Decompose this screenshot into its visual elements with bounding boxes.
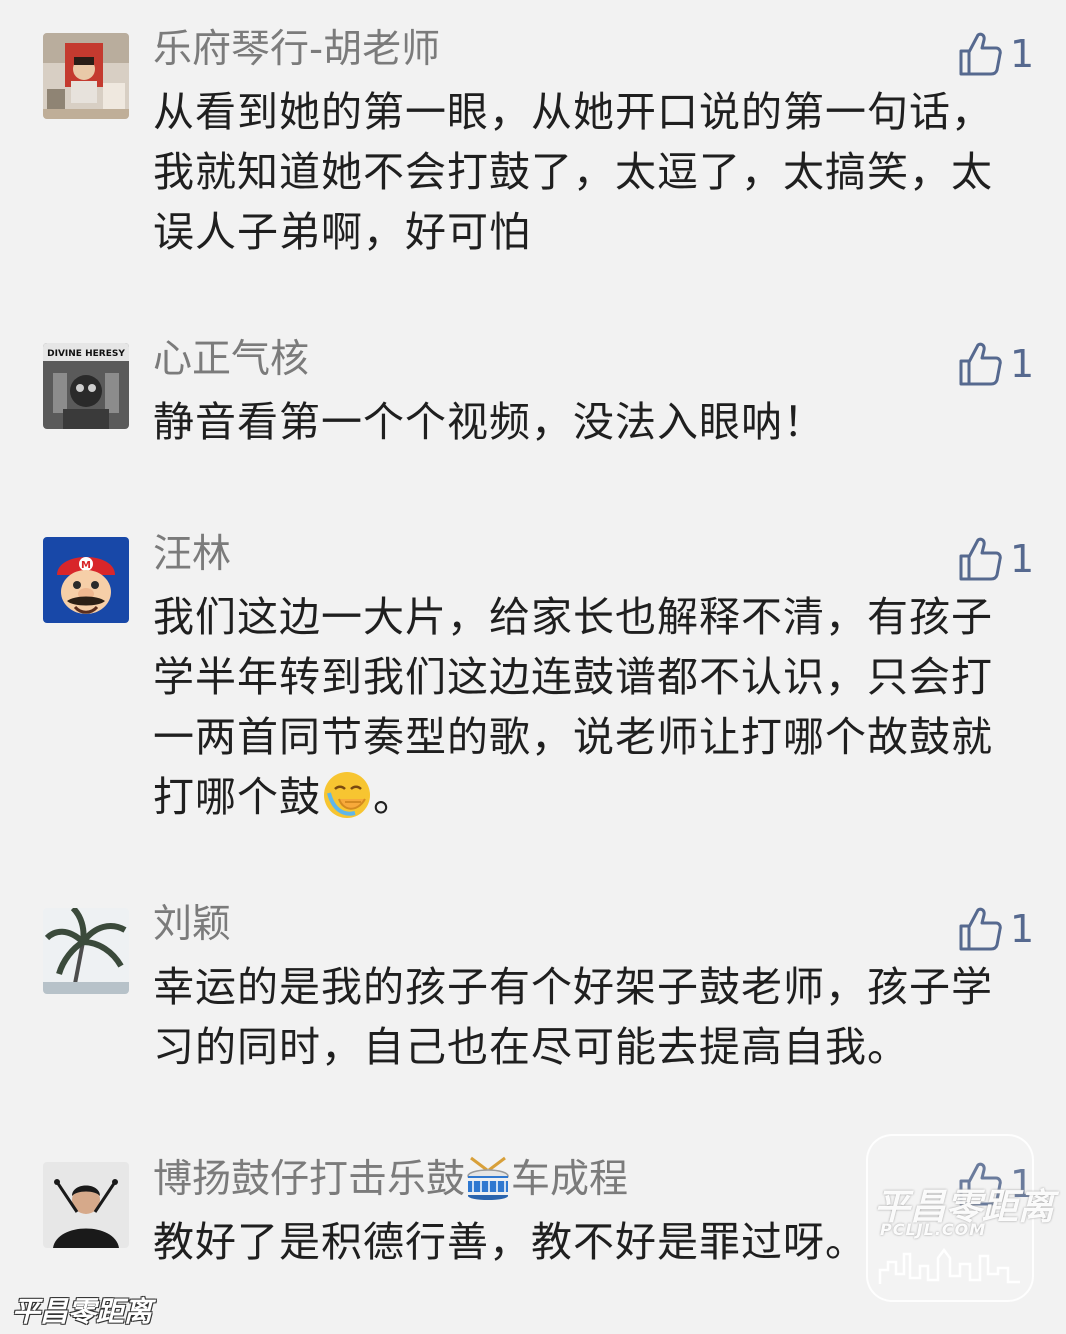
band-poster-avatar-icon: DIVINE HERESY: [43, 343, 129, 429]
comment-text: 静音看第一个个视频，没法入眼呐！: [153, 398, 825, 446]
avatar-caption: DIVINE HERESY: [47, 349, 125, 359]
thumbs-up-icon: [959, 342, 1002, 386]
like-count: 1: [1010, 32, 1035, 76]
thumbs-up-icon: [959, 907, 1002, 951]
facepalm-emoji-icon: [321, 769, 373, 821]
thumbs-up-icon: [959, 537, 1002, 581]
comment-text-part: 我们这边一大片，给家长也解释不清，有孩子学半年转到我们这边连鼓谱都不认识，只会打…: [153, 593, 993, 821]
skyline-icon: [878, 1247, 1020, 1284]
comment-author[interactable]: 博扬鼓仔打击乐鼓 车成程: [153, 1154, 628, 1206]
thumbs-up-icon: [959, 32, 1002, 76]
like-count: 1: [1010, 537, 1035, 581]
palm-tree-avatar-icon: [43, 908, 129, 994]
like-button[interactable]: 1: [958, 533, 1038, 585]
avatar[interactable]: M: [43, 537, 129, 623]
comment-author-part: 车成程: [511, 1157, 629, 1202]
comment-text-part: 。: [373, 773, 415, 821]
comment-author[interactable]: 乐府琴行-胡老师: [153, 24, 440, 76]
avatar[interactable]: [43, 33, 129, 119]
svg-text:M: M: [81, 560, 91, 571]
drum-emoji-icon: [465, 1154, 511, 1200]
like-count: 1: [1010, 342, 1035, 386]
mario-avatar-icon: M: [43, 537, 129, 623]
drummer-avatar-icon: [43, 1162, 129, 1248]
comment-author[interactable]: 汪林: [153, 529, 231, 581]
like-button[interactable]: 1: [958, 338, 1038, 390]
child-photo-avatar-icon: [43, 33, 129, 119]
avatar[interactable]: [43, 1162, 129, 1248]
avatar[interactable]: [43, 908, 129, 994]
comment-text: 从看到她的第一眼，从她开口说的第一句话，我就知道她不会打鼓了，太逗了，太搞笑，太…: [153, 88, 993, 256]
avatar[interactable]: DIVINE HERESY: [43, 343, 129, 429]
comment-author[interactable]: 心正气核: [153, 334, 309, 386]
comment-text: 我们这边一大片，给家长也解释不清，有孩子学半年转到我们这边连鼓谱都不认识，只会打…: [153, 587, 1023, 827]
like-count: 1: [1010, 907, 1035, 951]
like-button[interactable]: 1: [958, 903, 1038, 955]
site-watermark-text: 平昌零距离: [12, 1295, 153, 1328]
comment-text: 幸运的是我的孩子有个好架子鼓老师，孩子学习的同时，自己也在尽可能去提高自我。: [153, 963, 993, 1071]
site-watermark-logo: 平昌零距离 PCLJL.COM: [866, 1134, 1054, 1302]
comment-author[interactable]: 刘颖: [153, 899, 231, 951]
comment-author-part: 博扬鼓仔打击乐鼓: [153, 1157, 466, 1202]
like-button[interactable]: 1: [958, 28, 1038, 80]
watermark-subtitle: PCLJL.COM: [880, 1220, 987, 1239]
